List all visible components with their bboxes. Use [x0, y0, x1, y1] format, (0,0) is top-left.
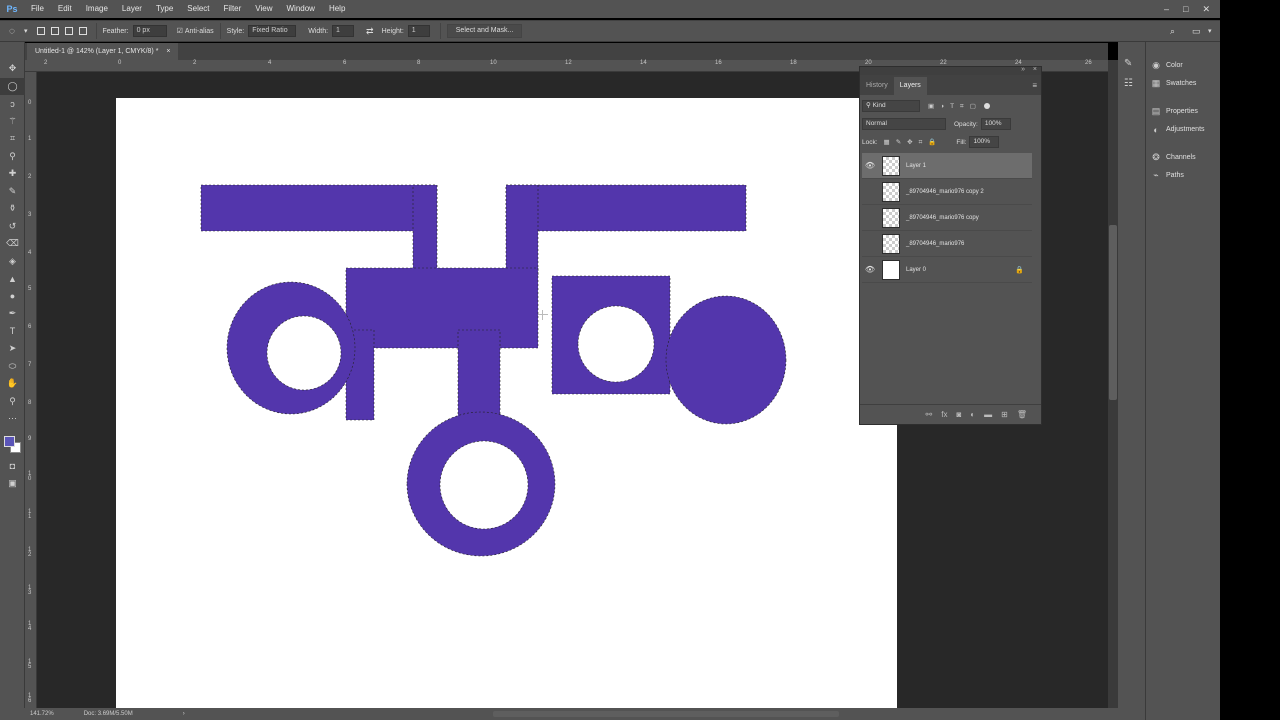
filter-row: ⚲ Kind ▣◑T⌗▢ [862, 99, 1039, 113]
layer-row[interactable]: 👁 Layer 0 🔒 [862, 257, 1032, 283]
layer-name[interactable]: _89704946_mario976 [906, 241, 964, 247]
fill-input[interactable]: 100% [969, 136, 1000, 148]
dock-label: Properties [1166, 107, 1198, 115]
shape-right-circle [665, 295, 787, 425]
layers-panel: » × History Layers ≡ ⚲ Kind ▣◑T⌗▢ Normal… [859, 66, 1042, 425]
screen-edge [1220, 0, 1280, 720]
dock-paths[interactable]: ⌁ Paths [1146, 167, 1220, 186]
lock-icons[interactable]: ▦✎✥⌗🔒 [884, 138, 943, 147]
purple-shapes [200, 184, 787, 557]
layer-thumbnail [882, 155, 900, 176]
new-layer-icon[interactable]: ⊞ [1001, 410, 1008, 419]
layer-thumbnail [882, 207, 900, 228]
shape-center-block [345, 267, 539, 349]
layer-row[interactable]: _89704946_mario976 copy 2 [862, 179, 1032, 205]
panel-tabs: History Layers ≡ [860, 75, 1041, 95]
layer-name[interactable]: _89704946_mario976 copy 2 [906, 189, 984, 195]
eye-icon[interactable]: 👁 [862, 265, 878, 274]
layer-thumbnail [882, 259, 900, 280]
opacity-label: Opacity: [954, 120, 978, 128]
shape-left-bar [200, 184, 438, 232]
horizontal-scroll-thumb[interactable] [493, 711, 839, 717]
trash-icon[interactable]: 🗑 [1017, 410, 1027, 419]
kind-filter-label: Kind [872, 102, 886, 109]
opacity-input[interactable]: 100% [980, 118, 1011, 130]
shape-left-ring [226, 281, 356, 415]
filter-icons[interactable]: ▣◑T⌗▢ [928, 102, 982, 111]
panel-drag-bar[interactable]: » × [860, 66, 1041, 75]
dock-label: Paths [1166, 172, 1184, 180]
layer-name[interactable]: _89704946_mario976 copy [906, 215, 979, 221]
shape-right-bar [505, 184, 747, 232]
color-wheel-icon: ◉ [1152, 59, 1160, 70]
close-panel-icon[interactable]: × [1033, 66, 1037, 73]
panel-menu-icon[interactable]: ≡ [1032, 81, 1037, 90]
blend-row: Normal Opacity: 100% [862, 117, 1039, 131]
layer-row[interactable]: 👁 Layer 1 [862, 153, 1032, 179]
new-group-icon[interactable]: ▬ [984, 410, 992, 419]
panel-icon-strip: ✎ ☷ [1118, 42, 1146, 720]
artwork-layer [200, 184, 787, 557]
eye-icon[interactable]: 👁 [862, 161, 878, 170]
status-menu-arrow[interactable]: › [183, 711, 185, 717]
layers-footer: ⚯ fx ◙ ◐ ▬ ⊞ 🗑 [860, 404, 1041, 424]
layer-thumbnail [882, 181, 900, 202]
properties-icon: ▤ [1151, 105, 1161, 116]
dock-properties[interactable]: ▤ Properties [1146, 102, 1220, 121]
filter-toggle-icon[interactable] [983, 103, 990, 109]
dock-label: Swatches [1166, 80, 1197, 88]
adjustments-icon: ◐ [1153, 124, 1159, 135]
lock-label: Lock: [862, 138, 878, 146]
brush-presets-icon[interactable]: ☷ [1124, 78, 1133, 89]
swatches-grid-icon: ▦ [1151, 78, 1161, 89]
kind-filter-select[interactable]: ⚲ Kind [862, 100, 920, 112]
layer-row[interactable]: _89704946_mario976 copy [862, 205, 1032, 231]
zoom-level[interactable]: 141.72% [30, 711, 54, 717]
dock-adjustments[interactable]: ◐ Adjustments [1146, 121, 1220, 140]
foreground-color-swatch[interactable] [4, 435, 15, 447]
dock-label: Adjustments [1166, 126, 1205, 134]
fill-label: Fill: [956, 138, 967, 146]
layer-name[interactable]: Layer 0 [906, 267, 1015, 273]
dock-label: Channels [1166, 153, 1196, 161]
tab-layers[interactable]: Layers [893, 77, 927, 95]
dock-color[interactable]: ◉ Color [1146, 56, 1220, 75]
collapsed-panel-dock: ◉ Color ▦ Swatches ▤ Properties ◐ Adjustment… [1146, 56, 1220, 720]
vertical-scroll-thumb[interactable] [1109, 225, 1117, 400]
blend-mode-select[interactable]: Normal [862, 118, 946, 130]
adjustment-layer-icon[interactable]: ◐ [970, 410, 975, 419]
paths-icon: ⌁ [1153, 170, 1159, 181]
add-mask-icon[interactable]: ◙ [956, 410, 961, 419]
link-layers-icon[interactable]: ⚯ [926, 410, 933, 419]
layer-name[interactable]: Layer 1 [906, 163, 926, 169]
shape-right-stem [505, 184, 539, 276]
dock-channels[interactable]: ❂ Channels [1146, 148, 1220, 167]
fx-icon[interactable]: fx [941, 410, 947, 419]
shape-bottom-ring [406, 411, 556, 557]
shape-right-hole-mask [577, 305, 655, 383]
lock-icon: 🔒 [1015, 266, 1024, 274]
layer-thumbnail [882, 233, 900, 254]
dock-label: Color [1166, 61, 1183, 69]
collapse-icon[interactable]: » [1021, 66, 1025, 73]
layer-row[interactable]: _89704946_mario976 [862, 231, 1032, 257]
tab-history[interactable]: History [860, 77, 894, 95]
channels-icon: ❂ [1152, 151, 1160, 162]
dock-swatches[interactable]: ▦ Swatches [1146, 75, 1220, 94]
crosshair-cursor-icon [538, 310, 548, 320]
brush-settings-icon[interactable]: ✎ [1124, 58, 1132, 69]
lock-row: Lock: ▦✎✥⌗🔒 Fill: 100% [862, 135, 1039, 149]
shape-left-stem [412, 184, 438, 276]
doc-size: Doc: 3.69M/5.50M [83, 711, 133, 717]
